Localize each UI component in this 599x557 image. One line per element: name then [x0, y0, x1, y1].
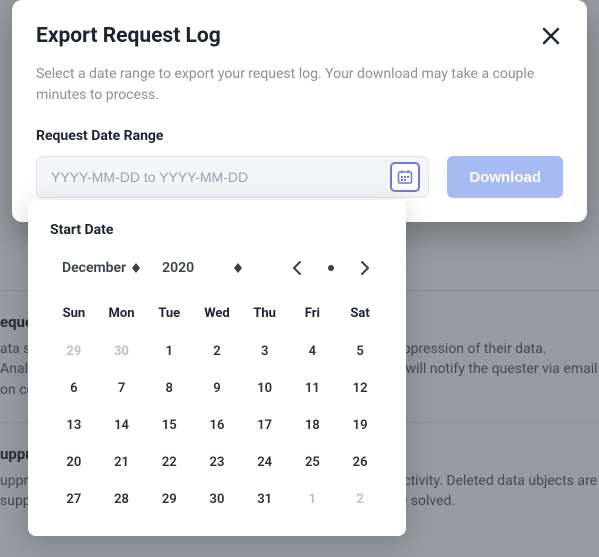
calendar-day[interactable]: 1 — [145, 333, 193, 370]
calendar-weekday: Tue — [145, 298, 193, 333]
calendar-day[interactable]: 16 — [193, 407, 241, 444]
datepicker-title: Start Date — [50, 222, 384, 238]
calendar-day[interactable]: 4 — [289, 333, 337, 370]
calendar-day[interactable]: 14 — [98, 407, 146, 444]
calendar-day[interactable]: 27 — [50, 481, 98, 518]
modal-description: Select a date range to export your reque… — [36, 64, 563, 106]
date-range-input[interactable] — [51, 169, 390, 185]
calendar-day[interactable]: 31 — [241, 481, 289, 518]
calendar-week-row: 20212223242526 — [50, 444, 384, 481]
calendar-day[interactable]: 19 — [336, 407, 384, 444]
calendar-day[interactable]: 8 — [145, 370, 193, 407]
modal-header: Export Request Log — [36, 24, 563, 48]
calendar-day[interactable]: 11 — [289, 370, 337, 407]
year-select[interactable]: 2020 — [162, 260, 242, 276]
calendar-icon — [397, 169, 413, 185]
datepicker-popover: Start Date December 2020 — [28, 200, 406, 536]
calendar-day[interactable]: 22 — [145, 444, 193, 481]
calendar-day[interactable]: 13 — [50, 407, 98, 444]
calendar-day[interactable]: 2 — [336, 481, 384, 518]
calendar-day[interactable]: 9 — [193, 370, 241, 407]
calendar-weekday: Thu — [241, 298, 289, 333]
calendar-day[interactable]: 25 — [289, 444, 337, 481]
calendar-weekday: Sat — [336, 298, 384, 333]
datepicker-controls: December 2020 — [50, 256, 384, 280]
today-dot-icon[interactable] — [328, 265, 334, 271]
sort-icon — [234, 263, 242, 273]
calendar-day[interactable]: 3 — [241, 333, 289, 370]
calendar-day[interactable]: 28 — [98, 481, 146, 518]
calendar-grid: SunMonTueWedThuFriSat 293012345678910111… — [50, 298, 384, 518]
calendar-day[interactable]: 2 — [193, 333, 241, 370]
calendar-week-row: 13141516171819 — [50, 407, 384, 444]
calendar-weekday: Sun — [50, 298, 98, 333]
calendar-week-row: 293012345 — [50, 333, 384, 370]
date-range-label: Request Date Range — [36, 128, 563, 144]
calendar-day[interactable]: 5 — [336, 333, 384, 370]
download-button[interactable]: Download — [447, 156, 563, 198]
chevron-right-icon — [360, 260, 370, 276]
calendar-day[interactable]: 12 — [336, 370, 384, 407]
calendar-week-row: 6789101112 — [50, 370, 384, 407]
calendar-weekday-row: SunMonTueWedThuFriSat — [50, 298, 384, 333]
calendar-weekday: Wed — [193, 298, 241, 333]
calendar-day[interactable]: 17 — [241, 407, 289, 444]
calendar-day[interactable]: 7 — [98, 370, 146, 407]
calendar-day[interactable]: 30 — [193, 481, 241, 518]
calendar-day[interactable]: 26 — [336, 444, 384, 481]
date-range-input-wrap — [36, 156, 429, 198]
export-modal: Export Request Log Select a date range t… — [12, 0, 587, 222]
datepicker-nav — [288, 256, 374, 280]
sort-icon — [132, 263, 140, 273]
prev-month-button[interactable] — [288, 256, 306, 280]
year-label: 2020 — [162, 260, 194, 276]
calendar-day[interactable]: 6 — [50, 370, 98, 407]
calendar-day[interactable]: 29 — [145, 481, 193, 518]
modal-title: Export Request Log — [36, 24, 221, 48]
next-month-button[interactable] — [356, 256, 374, 280]
calendar-day[interactable]: 10 — [241, 370, 289, 407]
calendar-day[interactable]: 1 — [289, 481, 337, 518]
calendar-day[interactable]: 30 — [98, 333, 146, 370]
close-button[interactable] — [539, 24, 563, 48]
calendar-day[interactable]: 15 — [145, 407, 193, 444]
calendar-weekday: Mon — [98, 298, 146, 333]
input-row: Download — [36, 156, 563, 198]
calendar-day[interactable]: 24 — [241, 444, 289, 481]
calendar-day[interactable]: 18 — [289, 407, 337, 444]
calendar-button[interactable] — [390, 162, 420, 192]
calendar-day[interactable]: 29 — [50, 333, 98, 370]
calendar-day[interactable]: 21 — [98, 444, 146, 481]
month-label: December — [62, 260, 126, 276]
month-select[interactable]: December — [62, 260, 140, 276]
calendar-day[interactable]: 20 — [50, 444, 98, 481]
calendar-week-row: 272829303112 — [50, 481, 384, 518]
calendar-day[interactable]: 23 — [193, 444, 241, 481]
chevron-left-icon — [292, 260, 302, 276]
close-icon — [541, 26, 561, 46]
calendar-weekday: Fri — [289, 298, 337, 333]
